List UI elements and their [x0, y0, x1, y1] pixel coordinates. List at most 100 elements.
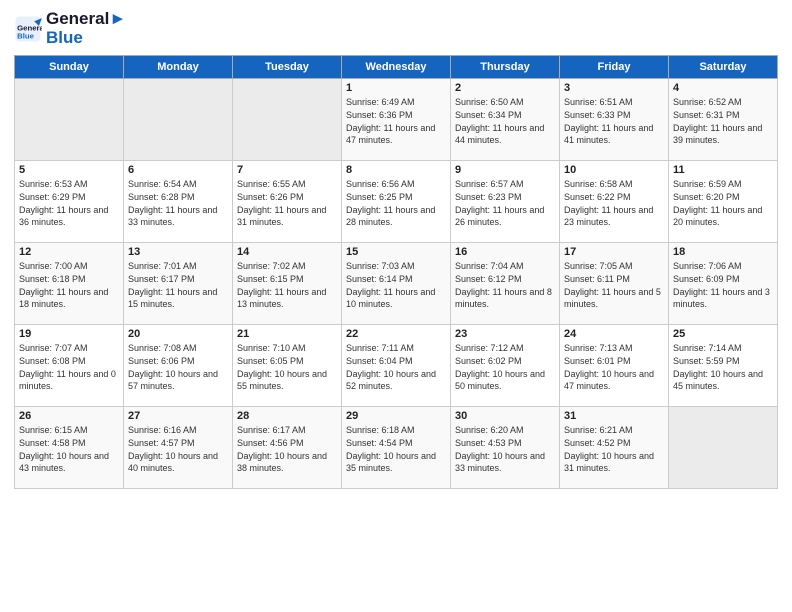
day-cell: 6 Sunrise: 6:54 AMSunset: 6:28 PMDaylight… [124, 161, 233, 243]
day-number: 10 [564, 164, 664, 176]
day-info: Sunrise: 6:54 AMSunset: 6:28 PMDaylight:… [128, 178, 228, 228]
day-cell: 21 Sunrise: 7:10 AMSunset: 6:05 PMDayligh… [233, 325, 342, 407]
day-number: 13 [128, 246, 228, 258]
day-info: Sunrise: 6:15 AMSunset: 4:58 PMDaylight:… [19, 424, 119, 474]
day-info: Sunrise: 7:08 AMSunset: 6:06 PMDaylight:… [128, 342, 228, 392]
day-info: Sunrise: 6:59 AMSunset: 6:20 PMDaylight:… [673, 178, 773, 228]
day-info: Sunrise: 6:57 AMSunset: 6:23 PMDaylight:… [455, 178, 555, 228]
page: General Blue General► Blue SundayMondayT… [0, 0, 792, 612]
day-info: Sunrise: 6:49 AMSunset: 6:36 PMDaylight:… [346, 96, 446, 146]
logo-icon: General Blue [14, 15, 42, 43]
day-cell: 27 Sunrise: 6:16 AMSunset: 4:57 PMDayligh… [124, 407, 233, 489]
day-info: Sunrise: 6:51 AMSunset: 6:33 PMDaylight:… [564, 96, 664, 146]
day-cell: 24Sunrise: 7:13 AMSunset: 6:01 PMDayligh… [560, 325, 669, 407]
day-cell: 15 Sunrise: 7:03 AMSunset: 6:14 PMDayligh… [342, 243, 451, 325]
weekday-header-row: SundayMondayTuesdayWednesdayThursdayFrid… [15, 56, 778, 79]
day-info: Sunrise: 6:56 AMSunset: 6:25 PMDaylight:… [346, 178, 446, 228]
day-number: 16 [455, 246, 555, 258]
logo: General Blue General► Blue [14, 10, 126, 47]
day-cell: 2Sunrise: 6:50 AMSunset: 6:34 PMDaylight… [451, 79, 560, 161]
day-cell: 16 Sunrise: 7:04 AMSunset: 6:12 PMDayligh… [451, 243, 560, 325]
day-cell: 31Sunrise: 6:21 AMSunset: 4:52 PMDayligh… [560, 407, 669, 489]
day-number: 3 [564, 82, 664, 94]
day-info: Sunrise: 7:12 AMSunset: 6:02 PMDaylight:… [455, 342, 555, 392]
calendar: SundayMondayTuesdayWednesdayThursdayFrid… [14, 55, 778, 489]
day-cell: 11 Sunrise: 6:59 AMSunset: 6:20 PMDayligh… [669, 161, 778, 243]
day-cell: 29Sunrise: 6:18 AMSunset: 4:54 PMDayligh… [342, 407, 451, 489]
day-number: 8 [346, 164, 446, 176]
day-cell: 17Sunrise: 7:05 AMSunset: 6:11 PMDayligh… [560, 243, 669, 325]
day-info: Sunrise: 7:07 AMSunset: 6:08 PMDaylight:… [19, 342, 119, 392]
day-cell: 5 Sunrise: 6:53 AMSunset: 6:29 PMDaylight… [15, 161, 124, 243]
day-info: Sunrise: 6:21 AMSunset: 4:52 PMDaylight:… [564, 424, 664, 474]
day-number: 29 [346, 410, 446, 422]
day-info: Sunrise: 7:10 AMSunset: 6:05 PMDaylight:… [237, 342, 337, 392]
day-number: 27 [128, 410, 228, 422]
day-cell: 12 Sunrise: 7:00 AMSunset: 6:18 PMDayligh… [15, 243, 124, 325]
day-cell [124, 79, 233, 161]
week-row-1: 1 Sunrise: 6:49 AMSunset: 6:36 PMDaylight… [15, 79, 778, 161]
week-row-3: 12 Sunrise: 7:00 AMSunset: 6:18 PMDayligh… [15, 243, 778, 325]
svg-text:Blue: Blue [17, 31, 35, 40]
weekday-monday: Monday [124, 56, 233, 79]
day-cell: 9 Sunrise: 6:57 AMSunset: 6:23 PMDaylight… [451, 161, 560, 243]
day-number: 5 [19, 164, 119, 176]
day-info: Sunrise: 7:01 AMSunset: 6:17 PMDaylight:… [128, 260, 228, 310]
logo-line2: Blue [46, 29, 126, 48]
day-number: 24 [564, 328, 664, 340]
weekday-tuesday: Tuesday [233, 56, 342, 79]
day-cell: 7 Sunrise: 6:55 AMSunset: 6:26 PMDaylight… [233, 161, 342, 243]
logo-line1: General► [46, 10, 126, 29]
day-number: 1 [346, 82, 446, 94]
day-number: 11 [673, 164, 773, 176]
day-cell: 3 Sunrise: 6:51 AMSunset: 6:33 PMDaylight… [560, 79, 669, 161]
day-cell [15, 79, 124, 161]
weekday-thursday: Thursday [451, 56, 560, 79]
day-info: Sunrise: 6:20 AMSunset: 4:53 PMDaylight:… [455, 424, 555, 474]
weekday-wednesday: Wednesday [342, 56, 451, 79]
day-cell: 28Sunrise: 6:17 AMSunset: 4:56 PMDayligh… [233, 407, 342, 489]
day-number: 15 [346, 246, 446, 258]
day-info: Sunrise: 7:06 AMSunset: 6:09 PMDaylight:… [673, 260, 773, 310]
day-info: Sunrise: 7:04 AMSunset: 6:12 PMDaylight:… [455, 260, 555, 310]
day-info: Sunrise: 7:11 AMSunset: 6:04 PMDaylight:… [346, 342, 446, 392]
day-info: Sunrise: 6:16 AMSunset: 4:57 PMDaylight:… [128, 424, 228, 474]
day-cell: 10 Sunrise: 6:58 AMSunset: 6:22 PMDayligh… [560, 161, 669, 243]
day-cell: 19Sunrise: 7:07 AMSunset: 6:08 PMDayligh… [15, 325, 124, 407]
week-row-2: 5 Sunrise: 6:53 AMSunset: 6:29 PMDaylight… [15, 161, 778, 243]
day-number: 6 [128, 164, 228, 176]
day-number: 18 [673, 246, 773, 258]
day-info: Sunrise: 7:14 AMSunset: 5:59 PMDaylight:… [673, 342, 773, 392]
day-number: 14 [237, 246, 337, 258]
day-number: 23 [455, 328, 555, 340]
header: General Blue General► Blue [14, 10, 778, 47]
day-info: Sunrise: 7:03 AMSunset: 6:14 PMDaylight:… [346, 260, 446, 310]
day-cell: 13 Sunrise: 7:01 AMSunset: 6:17 PMDayligh… [124, 243, 233, 325]
day-number: 21 [237, 328, 337, 340]
day-number: 28 [237, 410, 337, 422]
day-info: Sunrise: 7:02 AMSunset: 6:15 PMDaylight:… [237, 260, 337, 310]
day-number: 30 [455, 410, 555, 422]
day-number: 9 [455, 164, 555, 176]
day-cell: 18 Sunrise: 7:06 AMSunset: 6:09 PMDayligh… [669, 243, 778, 325]
day-number: 20 [128, 328, 228, 340]
day-number: 25 [673, 328, 773, 340]
day-info: Sunrise: 7:05 AMSunset: 6:11 PMDaylight:… [564, 260, 664, 310]
day-cell [233, 79, 342, 161]
day-cell: 25 Sunrise: 7:14 AMSunset: 5:59 PMDayligh… [669, 325, 778, 407]
day-info: Sunrise: 6:52 AMSunset: 6:31 PMDaylight:… [673, 96, 773, 146]
day-number: 12 [19, 246, 119, 258]
day-info: Sunrise: 6:58 AMSunset: 6:22 PMDaylight:… [564, 178, 664, 228]
day-number: 4 [673, 82, 773, 94]
day-info: Sunrise: 6:55 AMSunset: 6:26 PMDaylight:… [237, 178, 337, 228]
weekday-sunday: Sunday [15, 56, 124, 79]
day-cell [669, 407, 778, 489]
day-cell: 14 Sunrise: 7:02 AMSunset: 6:15 PMDayligh… [233, 243, 342, 325]
day-number: 7 [237, 164, 337, 176]
week-row-5: 26Sunrise: 6:15 AMSunset: 4:58 PMDayligh… [15, 407, 778, 489]
day-info: Sunrise: 7:00 AMSunset: 6:18 PMDaylight:… [19, 260, 119, 310]
day-cell: 20 Sunrise: 7:08 AMSunset: 6:06 PMDayligh… [124, 325, 233, 407]
week-row-4: 19Sunrise: 7:07 AMSunset: 6:08 PMDayligh… [15, 325, 778, 407]
day-info: Sunrise: 6:53 AMSunset: 6:29 PMDaylight:… [19, 178, 119, 228]
day-cell: 4 Sunrise: 6:52 AMSunset: 6:31 PMDaylight… [669, 79, 778, 161]
